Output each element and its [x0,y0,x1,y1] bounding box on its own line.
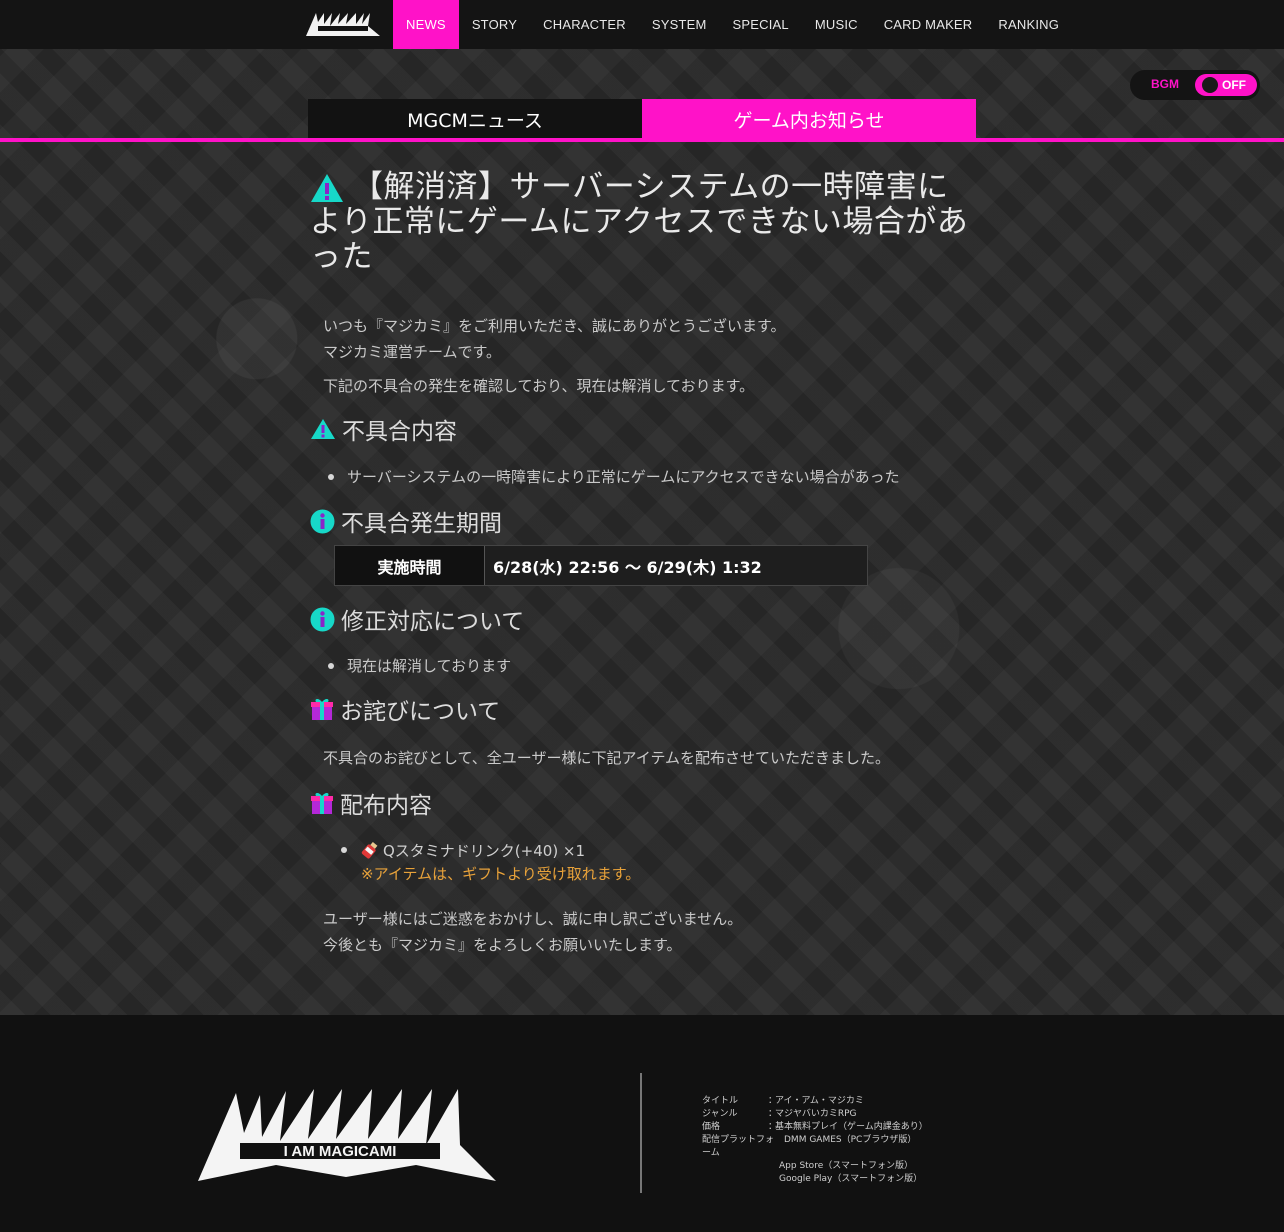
toggle-knob [1202,77,1218,93]
closing-line-2: 今後とも『マジカミ』をよろしくお願いいたします。 [323,936,682,954]
warning-icon [311,419,335,439]
section-heading-apology: お詫びについて [310,694,501,725]
info-value: 基本無料プレイ（ゲーム内課金あり） [775,1122,928,1132]
section-heading-distribution: 配布内容 [310,788,432,819]
info-row: 価格 ：基本無料プレイ（ゲーム内課金あり） [702,1121,928,1134]
info-value: アイ・アム・マジカミ [775,1096,864,1106]
info-icon [310,607,335,631]
tab-underline [0,138,1284,142]
article-title-text: 【解消済】サーバーシステムの一時障害により正常にゲームにアクセスできない場合があ… [310,169,969,275]
section-heading-text: お詫びについて [340,699,501,725]
info-key: 配信プラットフォーム [702,1135,775,1158]
bgm-state: OFF [1222,78,1246,92]
section-heading-fix: 修正対応について [310,604,525,635]
nav-item-system[interactable]: SYSTEM [639,0,720,49]
mgcm-logo-icon[interactable]: I AM MAGICAMI [196,1085,498,1183]
gift-icon [311,792,333,814]
apology-text: 不具合のお詫びとして、全ユーザー様に下記アイテムを配布させていただきました。 [323,749,891,767]
info-value: Google Play（スマートフォン版） [779,1174,923,1184]
info-key [702,1173,772,1186]
info-icon [310,509,335,533]
info-sep [772,1160,779,1173]
info-key: 価格 [702,1122,721,1132]
info-sep: ： [768,1096,778,1106]
top-nav: NEWS STORY CHARACTER SYSTEM SPECIAL MUSI… [0,0,1284,49]
warning-icon [311,174,343,202]
bgm-label: BGM [1151,77,1179,91]
info-row: 配信プラットフォーム DMM GAMES（PCブラウザ版） [702,1134,928,1160]
info-sep [777,1134,784,1160]
distribution-note: ※アイテムは、ギフトより受け取れます。 [361,865,641,883]
info-key: ジャンル [702,1109,738,1119]
info-sep: ： [768,1109,778,1119]
nav-menu: NEWS STORY CHARACTER SYSTEM SPECIAL MUSI… [393,0,1072,49]
period-table-label: 実施時間 [335,546,485,585]
section-heading-text: 不具合内容 [342,419,457,445]
footer: I AM MAGICAMI タイトル：アイ・アム・マジカミ ジャンル：マジヤバい… [0,1015,1284,1232]
nav-item-character[interactable]: CHARACTER [530,0,639,49]
list-item: 現在は解消しております [328,655,511,677]
section-heading-text: 不具合発生期間 [341,511,502,537]
distribution-item-text: Qスタミナドリンク(+40) ×1 [383,841,586,860]
info-row: タイトル ：アイ・アム・マジカミ [702,1095,928,1108]
intro-line-3: 下記の不具合の発生を確認しており、現在は解消しております。 [323,377,755,395]
tab-ingame-notice[interactable]: ゲーム内お知らせ [642,99,976,139]
section-heading-text: 修正対応について [341,609,525,635]
intro-line-1: いつも『マジカミ』をご利用いただき、誠にありがとうございます。 [323,317,786,335]
info-key: タイトル [702,1096,739,1106]
info-row: Google Play（スマートフォン版） [702,1173,928,1186]
section-heading-issue: 不具合内容 [310,414,457,445]
mgcm-logo-icon[interactable] [304,10,382,38]
bgm-toggle[interactable]: OFF [1195,74,1257,96]
nav-item-ranking[interactable]: RANKING [985,0,1072,49]
info-value: App Store（スマートフォン版） [779,1161,913,1171]
list-item-text: 現在は解消しております [347,657,512,675]
intro-line-2: マジカミ運営チームです。 [323,343,502,361]
bullet-dot [328,474,334,480]
closing-line-1: ユーザー様にはご迷惑をおかけし、誠に申し訳ございません。 [323,910,743,928]
info-key [702,1160,772,1173]
bullet-dot [328,663,334,669]
info-value: マジヤバいカミRPG [775,1109,857,1119]
article-title: 【解消済】サーバーシステムの一時障害により正常にゲームにアクセスできない場合があ… [310,170,975,275]
list-item: Qスタミナドリンク(+40) ×1 ※アイテムは、ギフトより受け取れます。 [341,839,640,887]
gift-icon [311,698,333,720]
nav-item-music[interactable]: MUSIC [802,0,871,49]
stamina-drink-icon [361,841,378,859]
tab-mgcm-news[interactable]: MGCMニュース [308,99,642,139]
game-info: タイトル：アイ・アム・マジカミ ジャンル：マジヤバいカミRPG 価格：基本無料プ… [702,1095,928,1186]
info-sep [772,1173,779,1186]
list-item-text: サーバーシステムの一時障害により正常にゲームにアクセスできない場合があった [347,468,900,486]
nav-item-news[interactable]: NEWS [393,0,459,49]
period-table: 実施時間 6/28(水) 22:56 〜 6/29(木) 1:32 [334,545,868,586]
nav-item-story[interactable]: STORY [459,0,530,49]
nav-item-card-maker[interactable]: CARD MAKER [871,0,986,49]
footer-divider [640,1073,642,1193]
info-row: ジャンル ：マジヤバいカミRPG [702,1108,928,1121]
section-heading-period: 不具合発生期間 [310,506,502,537]
footer-logo-text: I AM MAGICAMI [284,1143,397,1160]
list-item: サーバーシステムの一時障害により正常にゲームにアクセスできない場合があった [328,466,900,488]
nav-item-special[interactable]: SPECIAL [720,0,802,49]
info-row: App Store（スマートフォン版） [702,1160,928,1173]
period-table-value: 6/28(水) 22:56 〜 6/29(木) 1:32 [493,557,762,577]
section-heading-text: 配布内容 [340,793,432,819]
bullet-dot [341,847,347,853]
info-sep: ： [768,1122,778,1132]
info-value: DMM GAMES（PCブラウザ版） [784,1135,917,1145]
bgm-control: BGM OFF [1130,70,1260,100]
